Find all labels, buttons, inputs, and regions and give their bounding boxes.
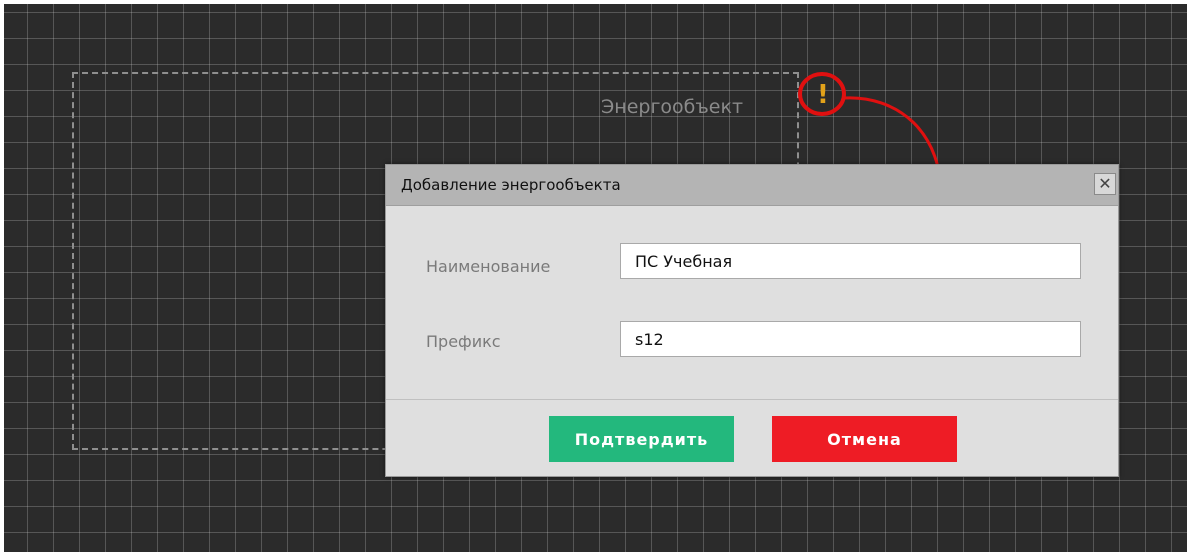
prefix-field-label: Префикс	[426, 332, 501, 351]
confirm-button[interactable]: Подтвердить	[549, 416, 734, 462]
name-field-label: Наименование	[426, 257, 551, 276]
prefix-input[interactable]	[620, 321, 1081, 357]
cancel-button[interactable]: Отмена	[772, 416, 957, 462]
close-icon: ✕	[1098, 174, 1112, 193]
close-button[interactable]: ✕	[1094, 173, 1116, 195]
highlight-circle	[798, 72, 846, 116]
dialog-header: Добавление энергообъекта ✕	[386, 165, 1118, 206]
dialog-footer-divider	[386, 399, 1118, 400]
add-energy-object-dialog: Добавление энергообъекта ✕ Наименование …	[385, 164, 1119, 477]
dialog-title: Добавление энергообъекта	[401, 176, 621, 194]
name-input[interactable]	[620, 243, 1081, 279]
